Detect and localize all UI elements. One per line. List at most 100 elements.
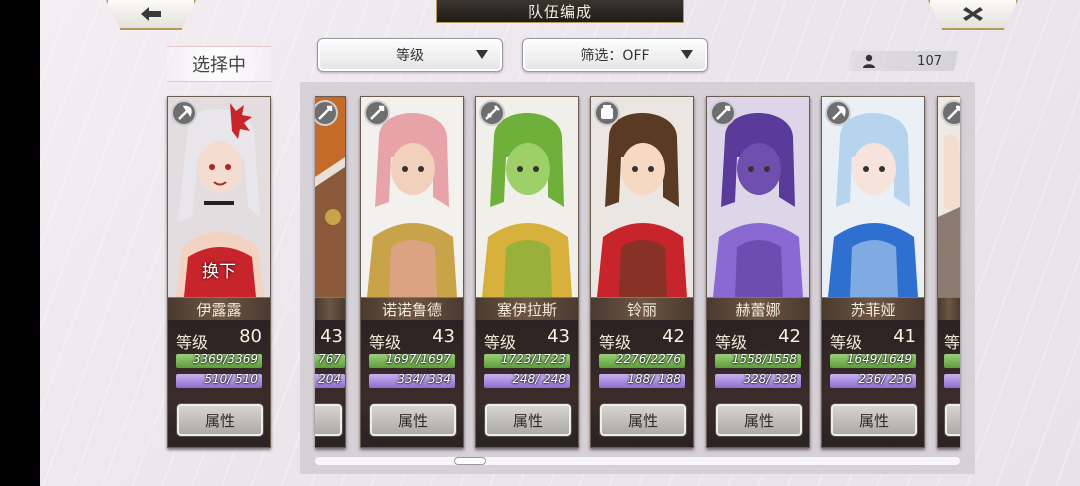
- attribute-button[interactable]: 属性: [369, 403, 457, 437]
- attribute-button[interactable]: [315, 403, 343, 437]
- level-value: 41: [893, 326, 916, 347]
- character-name: 赫蕾娜: [707, 297, 809, 321]
- mp-bar: [944, 374, 960, 388]
- caret-down-icon: [681, 50, 693, 59]
- attribute-button[interactable]: 属性: [176, 403, 264, 437]
- hp-value: 1649/1649: [846, 354, 912, 366]
- caret-down-icon: [476, 50, 488, 59]
- character-name: 塞伊拉斯: [476, 297, 578, 321]
- level-value: 42: [778, 326, 801, 347]
- person-icon: [863, 54, 875, 68]
- member-card-partial-right[interactable]: 等: [937, 96, 960, 448]
- character-portrait: [361, 97, 463, 297]
- hp-bar: 1697/1697: [369, 354, 455, 368]
- mp-value: 204: [318, 374, 341, 386]
- level-label: 等级: [176, 333, 209, 352]
- mp-bar: 204: [315, 374, 345, 388]
- member-count: 107: [847, 51, 959, 71]
- spear-icon: [364, 100, 390, 126]
- party-formation-screen: 队伍编成 选择中 等级 筛选：OFF 107 换下 伊露露 等级 80 3369…: [40, 0, 1080, 486]
- hp-bar: 3369/3369: [176, 354, 262, 368]
- level-value: 43: [547, 326, 570, 347]
- nameplate: [315, 297, 345, 321]
- member-card[interactable]: 铃丽等级 42 2276/2276 188/ 188 属性: [590, 96, 694, 448]
- hp-value: 1558/1558: [731, 354, 797, 366]
- member-card-partial[interactable]: 43 767 204: [315, 96, 346, 448]
- mp-value: 188/ 188: [627, 374, 681, 386]
- axe-icon: [171, 100, 197, 126]
- sort-dropdown-value: 等级: [396, 48, 424, 64]
- level-label: 等级: [715, 333, 748, 352]
- filter-dropdown-value: 筛选：OFF: [580, 48, 650, 64]
- swap-out-label: 换下: [202, 262, 236, 282]
- horizontal-scrollbar[interactable]: [315, 457, 960, 465]
- close-icon: [963, 7, 983, 21]
- gauntlet-icon: [594, 100, 620, 126]
- mp-bar: 328/ 328: [715, 374, 801, 388]
- hp-value: 2276/2276: [615, 354, 681, 366]
- level-label: 等级: [484, 333, 517, 352]
- character-portrait: [707, 97, 809, 297]
- level-value: 42: [662, 326, 685, 347]
- spear-icon: [710, 100, 736, 126]
- hp-value: 3369/3369: [192, 354, 258, 366]
- mp-value: 328/ 328: [743, 374, 797, 386]
- spear-icon: [941, 100, 960, 126]
- attribute-button[interactable]: 属性: [830, 403, 918, 437]
- hp-value: 1723/1723: [500, 354, 566, 366]
- current-member-card[interactable]: 换下 伊露露 等级 80 3369/3369 510/ 510 属性: [167, 96, 271, 448]
- character-name: 诺诺鲁德: [361, 297, 463, 321]
- back-button[interactable]: [106, 0, 196, 30]
- level-value: 80: [239, 326, 262, 347]
- member-card[interactable]: 塞伊拉斯等级 43 1723/1723 248/ 248 属性: [475, 96, 579, 448]
- hp-bar: 1649/1649: [830, 354, 916, 368]
- selected-label: 选择中: [167, 46, 271, 82]
- character-portrait: [315, 97, 345, 297]
- attribute-button[interactable]: 属性: [484, 403, 572, 437]
- mp-value: 334/ 334: [397, 374, 451, 386]
- level-label: 等级: [830, 333, 863, 352]
- character-portrait: [476, 97, 578, 297]
- mp-bar: 510/ 510: [176, 374, 262, 388]
- member-count-value: 107: [917, 53, 942, 69]
- character-portrait: [591, 97, 693, 297]
- nameplate: [938, 297, 960, 321]
- member-card[interactable]: 诺诺鲁德等级 43 1697/1697 334/ 334 属性: [360, 96, 464, 448]
- hp-value: 1697/1697: [385, 354, 451, 366]
- level-label: 等级: [369, 333, 402, 352]
- level-label: 等级: [599, 333, 632, 352]
- scrollbar-thumb[interactable]: [454, 457, 486, 465]
- page-title: 队伍编成: [436, 0, 684, 23]
- mp-value: 236/ 236: [858, 374, 912, 386]
- mp-value: 510/ 510: [204, 374, 258, 386]
- hp-value: 767: [318, 354, 341, 366]
- hp-bar: [944, 354, 960, 368]
- filter-dropdown[interactable]: 筛选：OFF: [522, 38, 708, 72]
- level-label: 等: [944, 333, 960, 352]
- member-card[interactable]: 赫蕾娜等级 42 1558/1558 328/ 328 属性: [706, 96, 810, 448]
- mp-bar: 248/ 248: [484, 374, 570, 388]
- member-card[interactable]: 苏菲娅等级 41 1649/1649 236/ 236 属性: [821, 96, 925, 448]
- character-portrait: [938, 97, 960, 297]
- hp-bar: 767: [315, 354, 345, 368]
- axe-icon: [825, 100, 851, 126]
- sort-dropdown[interactable]: 等级: [317, 38, 503, 72]
- hp-bar: 1558/1558: [715, 354, 801, 368]
- attribute-button[interactable]: [944, 403, 960, 437]
- level-value: 43: [320, 326, 343, 347]
- hp-bar: 1723/1723: [484, 354, 570, 368]
- sword-icon: [479, 100, 505, 126]
- mp-value: 248/ 248: [512, 374, 566, 386]
- arrow-left-icon: [141, 7, 161, 21]
- mp-bar: 188/ 188: [599, 374, 685, 388]
- hp-bar: 2276/2276: [599, 354, 685, 368]
- mp-bar: 334/ 334: [369, 374, 455, 388]
- character-name: 铃丽: [591, 297, 693, 321]
- character-name: 伊露露: [168, 297, 270, 321]
- character-name: 苏菲娅: [822, 297, 924, 321]
- spear-icon: [315, 100, 338, 126]
- attribute-button[interactable]: 属性: [599, 403, 687, 437]
- close-button[interactable]: [928, 0, 1018, 30]
- attribute-button[interactable]: 属性: [715, 403, 803, 437]
- level-value: 43: [432, 326, 455, 347]
